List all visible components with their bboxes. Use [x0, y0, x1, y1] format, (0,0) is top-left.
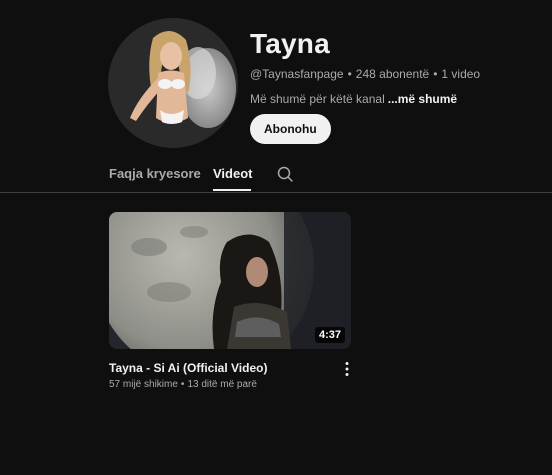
subscriber-count: 248 abonentë — [355, 67, 430, 81]
channel-description[interactable]: Më shumë për këtë kanal ...më shumë — [250, 92, 457, 106]
tabs-divider — [0, 192, 552, 193]
video-title[interactable]: Tayna - Si Ai (Official Video) — [109, 361, 267, 375]
channel-page: Tayna @Taynasfanpage • 248 abonentë • 1 vide… — [0, 0, 552, 475]
description-text: Më shumë për këtë kanal — [250, 92, 385, 106]
video-meta: 57 mijë shikime • 13 ditë më parë — [109, 379, 257, 390]
more-vert-icon[interactable] — [339, 360, 355, 378]
channel-meta: @Taynasfanpage • 248 abonentë • 1 video — [250, 67, 480, 81]
active-tab-indicator — [213, 189, 251, 191]
upload-age: 13 ditë më parë — [187, 379, 257, 390]
channel-name: Tayna — [250, 28, 330, 59]
view-count: 57 mijë shikime — [109, 379, 178, 390]
video-duration: 4:37 — [314, 327, 345, 343]
tab-videos[interactable]: Videot — [213, 166, 253, 181]
channel-tabs: Faqja kryesore Videot — [0, 160, 552, 193]
meta-separator: • — [180, 379, 185, 390]
tab-home[interactable]: Faqja kryesore — [109, 166, 201, 181]
meta-separator: • — [347, 67, 352, 81]
video-count: 1 video — [441, 67, 481, 81]
avatar-image — [108, 18, 238, 148]
channel-handle: @Taynasfanpage — [250, 67, 344, 81]
video-thumbnail[interactable]: 4:37 — [109, 212, 351, 349]
search-icon[interactable] — [276, 165, 294, 183]
subscribe-button[interactable]: Abonohu — [250, 114, 331, 144]
more-link[interactable]: ...më shumë — [388, 92, 457, 106]
channel-avatar[interactable] — [108, 18, 238, 148]
meta-separator: • — [433, 67, 438, 81]
